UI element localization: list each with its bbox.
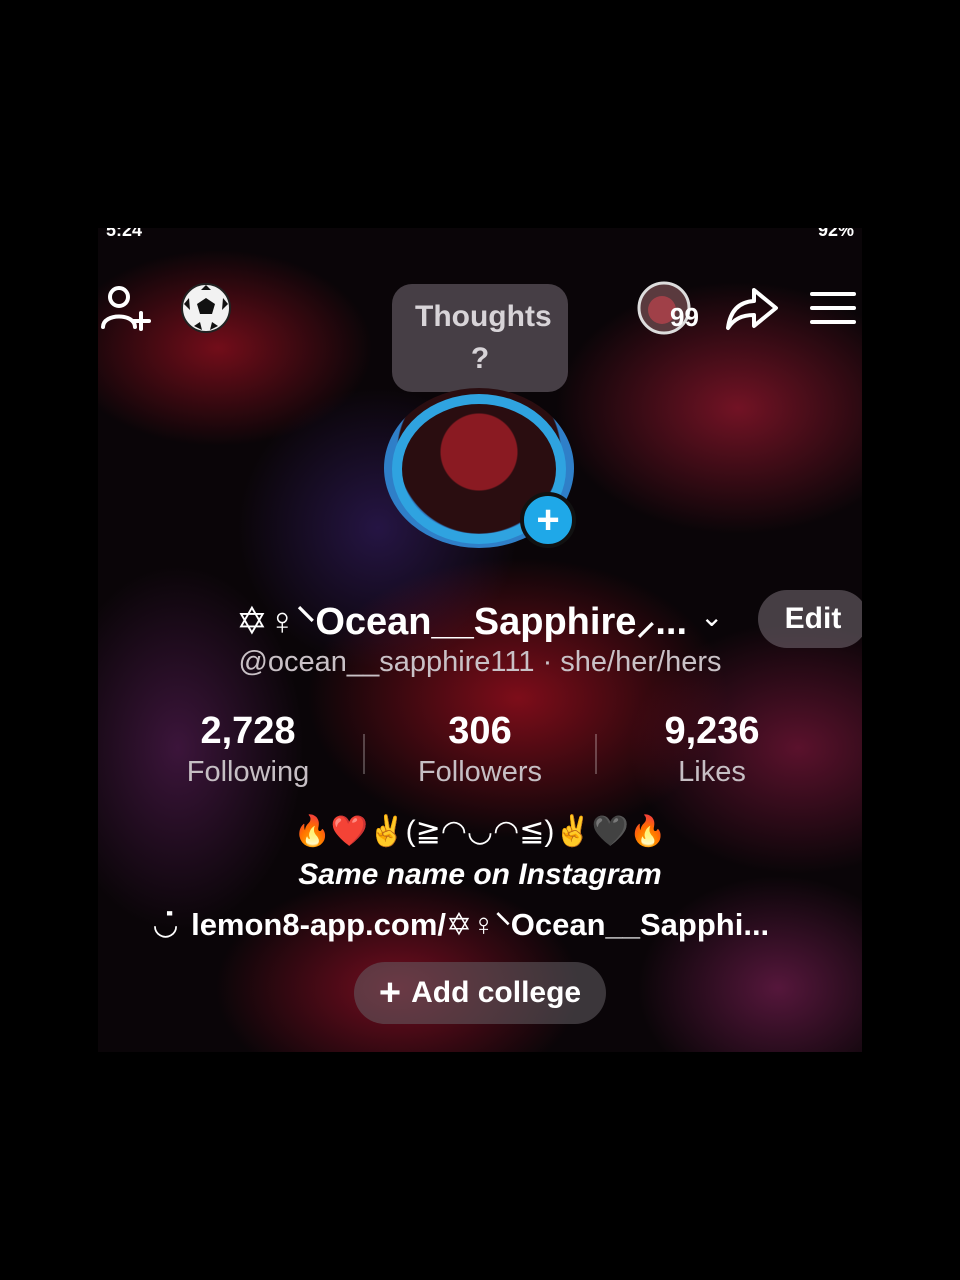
thoughts-bubble[interactable]: Thoughts ? — [392, 284, 568, 392]
status-battery: 92% — [817, 228, 854, 240]
add-college-button[interactable]: + Add college — [354, 962, 606, 1024]
stat-divider — [363, 734, 365, 774]
bio-text: Same name on Instagram — [298, 858, 662, 891]
hamburger-menu-icon[interactable] — [808, 284, 858, 332]
stat-likes-label: Likes — [678, 756, 746, 788]
notification-count: 99 — [670, 302, 699, 332]
bio-link-text: lemon8-app.com/✡♀⸌Ocean__Sapphi... — [191, 907, 770, 942]
stat-following-value: 2,728 — [200, 710, 296, 752]
soccer-ball-icon[interactable] — [178, 280, 234, 336]
profile-avatar[interactable]: + — [384, 388, 576, 548]
stat-followers-value: 306 — [448, 710, 512, 752]
plus-icon: + — [378, 972, 402, 1014]
username-handle: @ocean__sapphire111 · she/her/hers — [238, 646, 722, 678]
add-college-label: Add college — [411, 976, 582, 1009]
profile-screen: 5:24 92% Thoughts ? 99 + ✡♀⸌Ocean__Sapph… — [98, 228, 862, 1052]
stat-followers-label: Followers — [417, 756, 543, 788]
status-bar: 5:24 92% — [98, 228, 862, 240]
name-row: ✡♀⸌Ocean__Sapphire⸝... ⌄ Edit — [98, 590, 862, 648]
person-add-icon[interactable] — [98, 280, 154, 336]
stat-followers[interactable]: 306 Followers — [380, 708, 580, 790]
status-time: 5:24 — [106, 228, 143, 240]
share-arrow-icon[interactable] — [722, 282, 782, 334]
thoughts-text: Thoughts ? — [415, 300, 552, 375]
stat-divider — [595, 734, 597, 774]
stat-likes[interactable]: 9,236 Likes — [612, 708, 812, 790]
stat-likes-value: 9,236 — [664, 710, 760, 752]
edit-profile-button[interactable]: Edit — [758, 590, 862, 648]
add-avatar-plus-icon[interactable]: + — [520, 492, 576, 548]
notifications-button[interactable]: 99 — [636, 280, 708, 338]
stat-following-label: Following — [186, 756, 310, 788]
display-name[interactable]: ✡♀⸌Ocean__Sapphire⸝... — [236, 594, 687, 646]
link-icon: ◡̇ — [154, 907, 178, 941]
bio-link[interactable]: ◡̇ lemon8-app.com/✡♀⸌Ocean__Sapphi... — [154, 902, 854, 946]
chevron-down-icon[interactable]: ⌄ — [700, 600, 723, 633]
stat-following[interactable]: 2,728 Following — [148, 708, 348, 790]
bio-emoji-line: 🔥❤️✌️(≧◠◡◠≦)✌️🖤🔥 — [293, 815, 667, 848]
profile-stats: 2,728 Following 306 Followers 9,236 Like… — [98, 708, 862, 798]
